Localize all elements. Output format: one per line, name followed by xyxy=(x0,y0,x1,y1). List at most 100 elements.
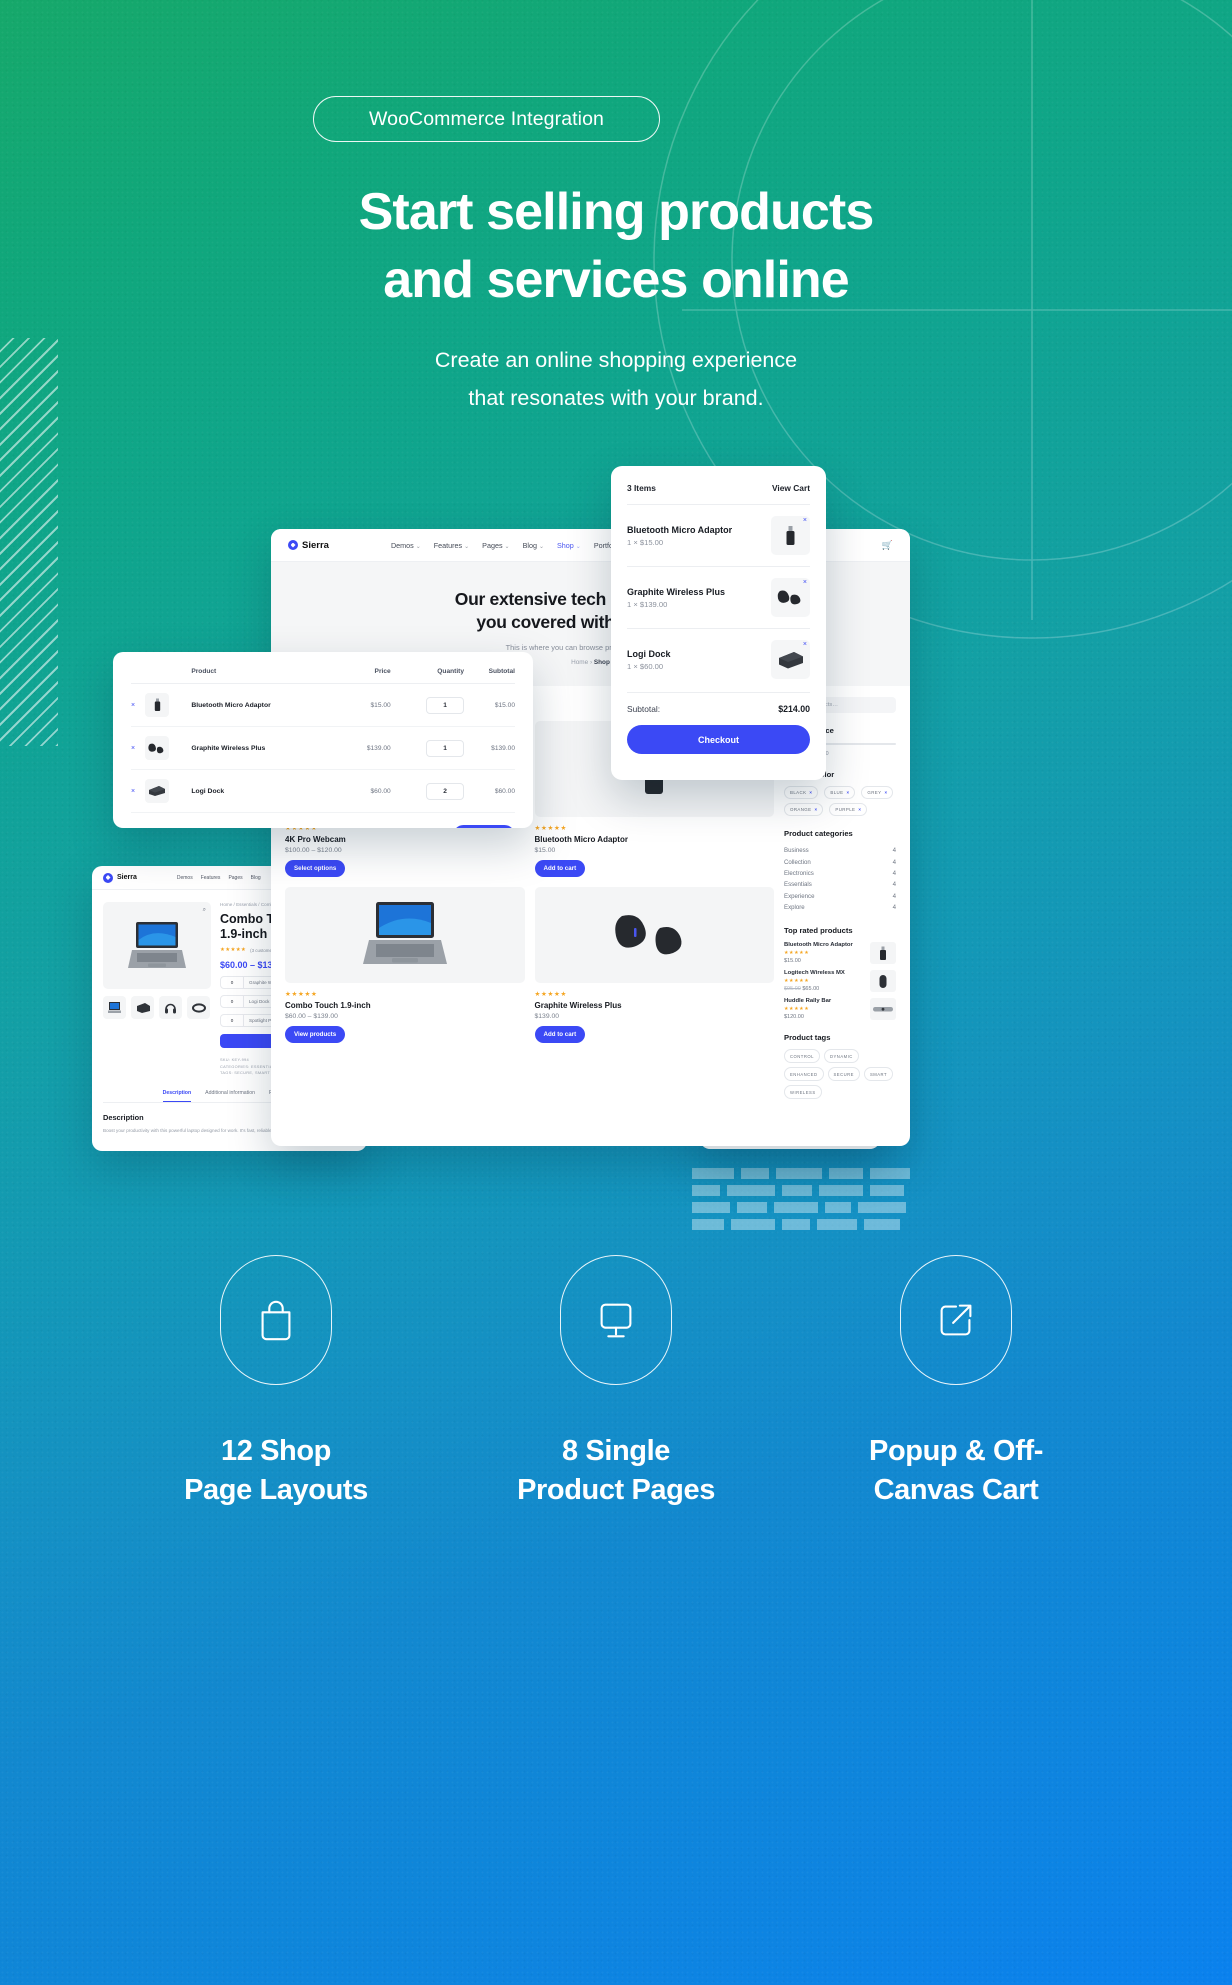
nav-item-shop[interactable]: Shop ⌄ xyxy=(557,541,581,550)
footer-actions: Update cart xyxy=(131,813,515,828)
category-count: 4 xyxy=(892,869,896,877)
laptop-icon xyxy=(362,902,447,964)
screenshot-collage: Sierra Demos Features Pages Blog ⌕ Home … xyxy=(0,0,1232,1200)
tags-title: Product tags xyxy=(784,1033,831,1043)
top-rated-thumb xyxy=(870,942,896,965)
cart-icon[interactable]: 🛒 xyxy=(882,540,893,551)
breadcrumb-home[interactable]: Home xyxy=(571,659,588,666)
chip-remove-icon: × xyxy=(846,790,850,795)
remove-item-button[interactable]: × xyxy=(131,769,145,813)
update-cart-button[interactable]: Update cart xyxy=(452,825,515,828)
rating-stars: ★★★★★ xyxy=(285,991,318,998)
category-row[interactable]: Explore 4 xyxy=(784,902,896,913)
quantity-stepper[interactable]: 2 xyxy=(426,782,465,800)
add-to-cart-button[interactable]: Add to cart xyxy=(534,1026,586,1043)
row-subtotal: $60.00 xyxy=(464,769,515,813)
category-row[interactable]: Essentials 4 xyxy=(784,879,896,890)
product-card[interactable]: ★★★★★ Graphite Wireless Plus $139.00 Add… xyxy=(534,887,774,1043)
category-name: Explore xyxy=(784,904,805,912)
tab-additional-information[interactable]: Additional information xyxy=(205,1090,255,1096)
view-cart-link[interactable]: View Cart xyxy=(772,483,810,493)
col-price: Price xyxy=(344,668,391,684)
remove-item-button[interactable]: × xyxy=(803,641,807,648)
quantity-stepper[interactable]: 1 xyxy=(426,739,465,757)
category-row[interactable]: Experience 4 xyxy=(784,891,896,902)
gallery-thumb[interactable] xyxy=(131,996,154,1019)
chip-remove-icon: × xyxy=(884,790,888,795)
remove-item-button[interactable]: × xyxy=(131,683,145,727)
brand-mark-icon xyxy=(103,872,113,883)
variant-qty[interactable]: 0 xyxy=(221,980,243,985)
add-to-cart-button[interactable]: Add to cart xyxy=(534,860,586,877)
tab-description[interactable]: Description xyxy=(162,1090,192,1102)
top-rated-item[interactable]: Huddle Rally Bar ★★★★★ $120.00 xyxy=(784,998,896,1021)
top-rated-stars: ★★★★★ xyxy=(784,950,810,957)
item-qty-price: 1 × $15.00 xyxy=(627,537,664,547)
nav-item-blog[interactable]: Blog ⌄ xyxy=(523,541,544,550)
chip-remove-icon: × xyxy=(814,807,818,812)
product-tag[interactable]: SMART xyxy=(863,1067,894,1082)
product-card[interactable]: ★★★★★ Combo Touch 1.9-inch $60.00 – $139… xyxy=(285,887,525,1043)
variant-qty[interactable]: 0 xyxy=(221,999,243,1004)
zoom-icon[interactable]: ⌕ xyxy=(203,907,206,914)
breadcrumb-current: Shop xyxy=(593,659,610,666)
color-chip[interactable]: BLUE × xyxy=(824,786,856,799)
product-tag[interactable]: ENHANCED xyxy=(784,1067,824,1082)
nav-item[interactable]: Blog xyxy=(251,875,261,881)
nav-item-demos[interactable]: Demos ⌄ xyxy=(391,541,421,550)
nav-item-pages[interactable]: Pages ⌄ xyxy=(482,541,509,550)
color-chip-list: BLACK × BLUE × GREY × ORANGE × PURPLE × xyxy=(784,786,896,816)
brand-logo: Sierra xyxy=(103,872,137,883)
nav-item[interactable]: Features xyxy=(201,875,221,881)
category-name: Experience xyxy=(784,892,815,900)
rating-stars: ★★★★★ xyxy=(534,825,568,832)
feature-label: Popup & Off- Canvas Cart xyxy=(856,1432,1056,1510)
top-rated-item[interactable]: Logitech Wireless MX ★★★★★ $95.00 $65.00 xyxy=(784,970,896,993)
category-row[interactable]: Business 4 xyxy=(784,845,896,856)
checkout-button[interactable]: Checkout xyxy=(627,725,810,754)
color-chip[interactable]: ORANGE × xyxy=(784,803,824,816)
row-product-name: Bluetooth Micro Adaptor xyxy=(191,683,345,727)
nav-item[interactable]: Pages xyxy=(228,875,242,881)
item-name: Bluetooth Micro Adaptor xyxy=(627,524,733,535)
nav-item[interactable]: Demos xyxy=(177,875,193,881)
earbuds-icon xyxy=(615,915,682,955)
gallery-thumb[interactable] xyxy=(159,996,182,1019)
product-tag[interactable]: SECURE xyxy=(827,1067,860,1082)
top-rated-item[interactable]: Bluetooth Micro Adaptor ★★★★★ $15.00 xyxy=(784,942,896,965)
color-chip[interactable]: BLACK × xyxy=(784,786,819,799)
product-price: $15.00 xyxy=(534,847,556,854)
view-products-button[interactable]: View products xyxy=(285,1026,346,1043)
row-subtotal: $15.00 xyxy=(464,683,515,727)
select-options-button[interactable]: Select options xyxy=(285,860,346,877)
color-chip[interactable]: PURPLE × xyxy=(829,803,868,816)
feature-item-shop-layouts: 12 Shop Page Layouts xyxy=(176,1255,376,1510)
nav-item-features[interactable]: Features ⌄ xyxy=(434,541,469,550)
product-tag[interactable]: DYNAMIC xyxy=(823,1049,859,1064)
earbuds-icon xyxy=(148,743,164,754)
old-price: $95.00 xyxy=(784,986,801,993)
feature-label-line1: 12 Shop xyxy=(221,1435,331,1467)
remove-item-button[interactable]: × xyxy=(803,579,807,586)
gallery-thumb[interactable] xyxy=(187,996,210,1019)
product-name: 4K Pro Webcam xyxy=(285,835,346,844)
variant-qty[interactable]: 0 xyxy=(221,1018,243,1023)
feature-item-product-pages: 8 Single Product Pages xyxy=(516,1255,716,1510)
top-rated-title: Top rated products xyxy=(784,926,853,936)
category-row[interactable]: Collection 4 xyxy=(784,856,896,867)
quantity-stepper[interactable]: 1 xyxy=(426,696,465,714)
gallery-thumb[interactable] xyxy=(103,996,126,1019)
product-tag[interactable]: CONTROL xyxy=(784,1049,820,1064)
top-rated-thumb xyxy=(870,970,896,993)
category-row[interactable]: Electronics 4 xyxy=(784,868,896,879)
row-product-name: Graphite Wireless Plus xyxy=(191,726,345,770)
remove-item-button[interactable]: × xyxy=(131,726,145,770)
remove-item-button[interactable]: × xyxy=(803,517,807,524)
product-tag[interactable]: WIRELESS xyxy=(784,1085,822,1100)
new-price: $65.00 xyxy=(802,986,820,993)
product-thumb xyxy=(285,887,525,983)
row-quantity: 1 xyxy=(390,726,465,770)
product-thumb xyxy=(534,887,774,983)
color-chip[interactable]: GREY × xyxy=(861,786,894,799)
brand-logo[interactable]: Sierra xyxy=(288,540,329,551)
